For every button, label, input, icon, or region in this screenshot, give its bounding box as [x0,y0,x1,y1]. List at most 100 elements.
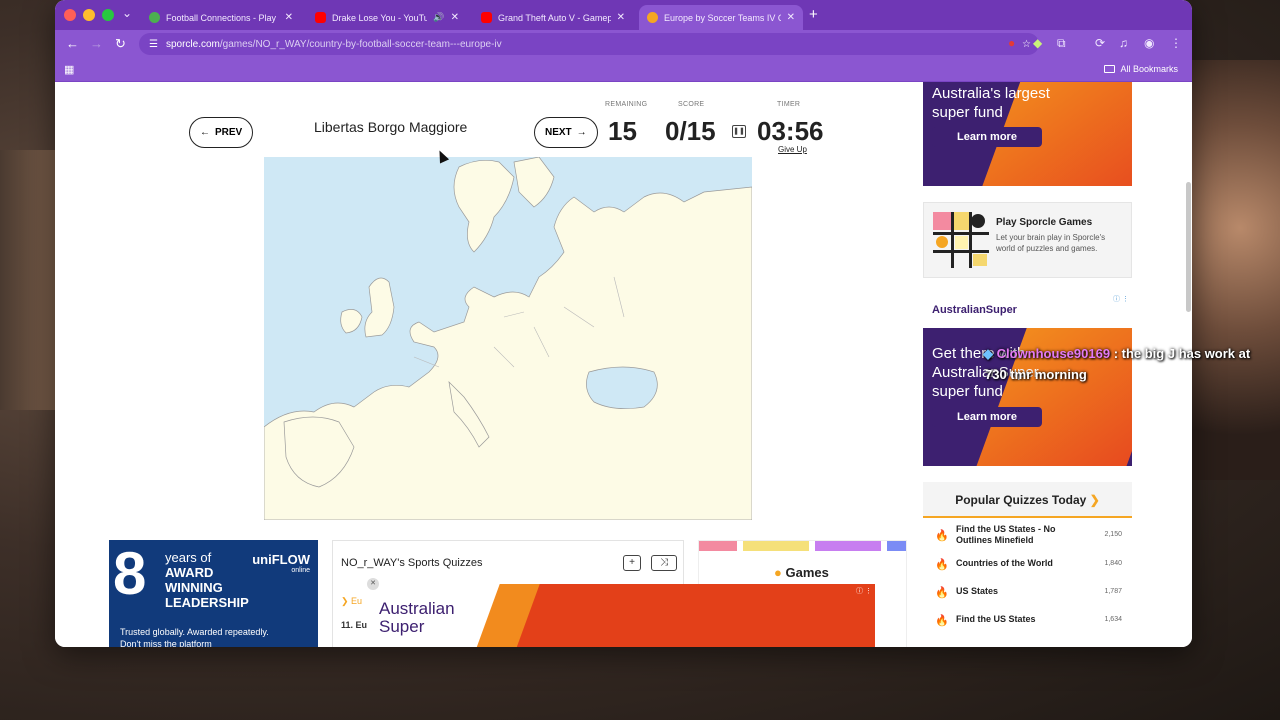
sporcle-favicon-icon [647,12,658,23]
quiz-name: US States [956,586,999,596]
ad-uniflow[interactable]: 8 years of AWARD WINNING LEADERSHIP uniF… [109,540,318,647]
ad-tagline-line: Trusted globally. Awarded repeatedly. [120,627,269,637]
popular-quiz-item[interactable]: 🔥 Countries of the World 1,840 [923,552,1132,580]
record-extension-icon[interactable]: ● [1008,36,1015,50]
tab-drake-youtube[interactable]: Drake Lose You - YouTube 🔊 ✕ [307,5,467,30]
quiz-play-count: 1,787 [1104,588,1122,595]
learn-more-button[interactable]: Learn more [932,127,1042,147]
list-item[interactable]: ❯ Eu [341,596,362,607]
tab-europe-soccer-quiz[interactable]: Europe by Soccer Teams IV Q ✕ [639,5,803,30]
learn-more-button[interactable]: Learn more [932,407,1042,427]
address-bar[interactable]: ☰ sporcle.com/games/NO_r_WAY/country-by-… [139,33,1039,55]
score-value: 0/15 [665,116,716,146]
back-arrow-icon[interactable]: ← [66,36,79,51]
url-host: sporcle.com [165,38,220,50]
remaining-value: 15 [608,116,637,146]
australian-super-logo: AustralianSuper [932,304,1017,316]
flame-icon: 🔥 [935,559,949,571]
tab-search-chevron-icon[interactable]: ⌄ [122,6,132,20]
arrow-left-icon: ← [200,127,210,138]
tab-title: Football Connections - Play M [166,12,279,23]
europe-map-svg[interactable] [264,157,752,520]
popular-quiz-item[interactable]: 🔥 US States 1,787 [923,580,1132,608]
folder-icon [1104,65,1116,73]
profile-icon[interactable]: ◉ [1144,36,1154,50]
site-info-icon[interactable]: ☰ [149,39,158,50]
close-tab-icon[interactable]: ✕ [451,12,459,23]
flame-icon: 🔥 [935,615,949,627]
minimize-window-button[interactable] [83,9,95,21]
forward-arrow-icon[interactable]: → [90,36,103,51]
url-path: /games/NO_r_WAY/country-by-football-socc… [219,38,502,50]
shuffle-icon[interactable]: ⤨ [651,555,677,571]
list-item[interactable]: 11. Eu [341,620,367,630]
bookmark-star-icon[interactable]: ☆ [1022,39,1031,50]
current-answer-prompt: Libertas Borgo Maggiore [314,119,468,135]
ad-headline-line2: super fund [932,104,1003,121]
chevron-right-icon: ❯ [1089,493,1100,507]
ad-text: years of AWARD WINNING LEADERSHIP [165,550,249,610]
quiz-play-count: 1,634 [1104,616,1122,623]
ad-line: years of [165,550,212,565]
background-desk-left [0,150,56,410]
background-figure-right [1180,60,1280,480]
popular-quiz-item[interactable]: 🔥 Find the US States - No Outlines Minef… [923,518,1132,552]
close-tab-icon[interactable]: ✕ [787,12,795,23]
overlay-ad-australian-super[interactable]: Australian Super ⓘ ⋮ [367,584,875,647]
add-playlist-plus-icon[interactable]: + [623,555,641,571]
sports-quizzes-title: NO_r_WAY's Sports Quizzes [341,557,483,569]
europe-map[interactable] [264,157,752,520]
ad-header: AustralianSuper ⓘ ⋮ [923,292,1132,328]
browser-menu-icon[interactable]: ⋮ [1170,36,1182,50]
play-card-description: Let your brain play in Sporcle's world o… [996,233,1106,253]
extension-icon[interactable]: ◆ [1033,36,1042,50]
logo-line: Australian [379,599,455,618]
close-ad-icon[interactable]: ✕ [367,578,379,590]
close-tab-icon[interactable]: ✕ [285,12,293,23]
chevron-right-icon: ❯ [341,596,352,606]
audio-playing-icon[interactable]: 🔊 [433,12,444,23]
reload-icon[interactable]: ↻ [115,36,126,52]
chat-message-line1: : the big J has work at [1113,346,1251,361]
play-sporcle-games-card[interactable]: Play Sporcle Games Let your brain play i… [923,202,1132,278]
ad-line: WINNING [165,580,223,595]
pause-icon[interactable]: ❚❚ [732,125,746,138]
sporcle-favicon-icon [149,12,160,23]
ad-choices-icon[interactable]: ⓘ ⋮ [856,586,872,596]
popular-heading-text: Popular Quizzes Today [955,493,1087,507]
page-scrollbar[interactable] [1186,182,1191,312]
ad-tagline-line: Don't miss the platform [120,639,212,647]
ad-choices-icon[interactable]: ⓘ ⋮ [1113,294,1129,304]
all-bookmarks-button[interactable]: All Bookmarks [1104,64,1178,74]
tab-football-connections[interactable]: Football Connections - Play M ✕ [141,5,301,30]
flame-icon: 🔥 [935,587,949,599]
ad-headline-line1: Australia's largest [932,85,1050,102]
color-bar [887,541,906,551]
youtube-favicon-icon [315,12,326,23]
extensions-puzzle-icon[interactable]: ⧉ [1057,36,1066,51]
next-button[interactable]: NEXT → [534,117,598,148]
give-up-link[interactable]: Give Up [778,145,807,154]
close-tab-icon[interactable]: ✕ [617,12,625,23]
tab-gta-youtube[interactable]: Grand Theft Auto V - Gamepl ✕ [473,5,633,30]
browser-window: ⌄ Football Connections - Play M ✕ Drake … [55,0,1192,647]
apps-grid-icon[interactable]: ▦ [64,63,74,76]
next-label: NEXT [545,127,572,138]
chat-badge-icon: ◆ [983,346,993,361]
prev-label: PREV [215,127,243,138]
sync-icon[interactable]: ⟳ [1095,36,1105,50]
popular-quiz-item[interactable]: 🔥 Find the US States 1,634 [923,608,1132,636]
color-bar [815,541,881,551]
arrow-right-icon: → [576,127,587,138]
popular-quizzes-heading[interactable]: Popular Quizzes Today ❯ [923,482,1132,518]
popular-quizzes-panel: Popular Quizzes Today ❯ 🔥 Find the US St… [923,482,1132,647]
new-tab-plus-icon[interactable]: + [809,6,818,23]
quiz-play-count: 2,150 [1104,531,1122,538]
maximize-window-button[interactable] [102,9,114,21]
timer-label: TIMER [777,101,801,108]
prev-button[interactable]: ← PREV [189,117,254,148]
ad-australian-super-top[interactable]: Australia's largest super fund Learn mor… [923,82,1132,186]
media-controls-icon[interactable]: ♫ [1119,36,1128,50]
close-window-button[interactable] [64,9,76,21]
bookmarks-bar: ▦ All Bookmarks [55,58,1192,82]
